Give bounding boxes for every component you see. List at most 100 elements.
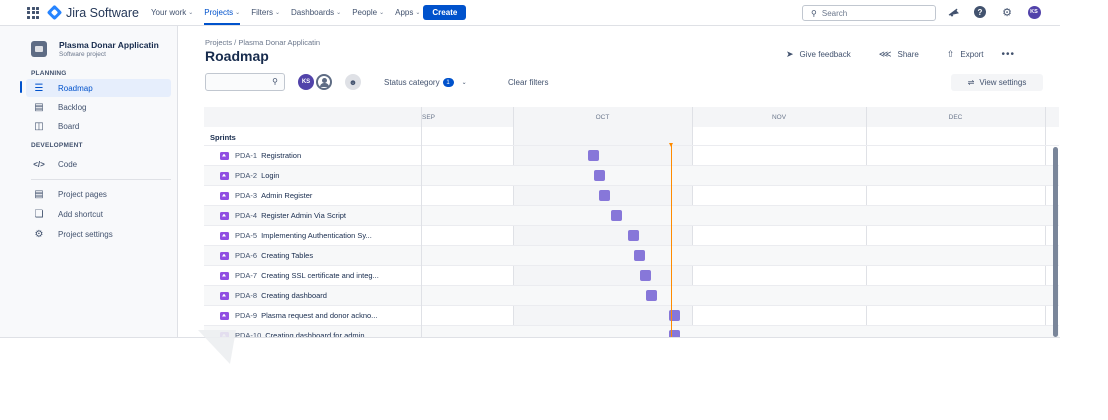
- month-label-oct: OCT: [595, 113, 610, 121]
- issue-item[interactable]: PDA-3 Admin Register: [220, 191, 312, 200]
- sidebar-item-board[interactable]: ◫ Board: [26, 117, 171, 135]
- issue-bar[interactable]: [639, 270, 651, 281]
- search-placeholder: Search: [821, 8, 848, 18]
- chevron-down-icon: ⌄: [336, 10, 342, 16]
- clear-filters-button[interactable]: Clear filters: [508, 78, 548, 87]
- nav-item-apps[interactable]: Apps ⌄: [395, 0, 420, 25]
- issue-bar[interactable]: [587, 150, 599, 161]
- issue-summary: Registration: [261, 151, 302, 160]
- give-feedback-button[interactable]: ➤ Give feedback: [786, 49, 851, 60]
- epic-icon: [220, 271, 229, 280]
- issue-item[interactable]: PDA-1 Registration: [220, 151, 301, 160]
- issue-key: PDA-5: [235, 231, 258, 240]
- issue-bar[interactable]: [599, 190, 611, 201]
- timeline-row[interactable]: PDA-1 Registration: [204, 145, 1059, 165]
- epic-icon: [220, 231, 229, 240]
- issue-item[interactable]: PDA-2 Login: [220, 171, 279, 180]
- issue-bar[interactable]: [645, 290, 657, 301]
- search-icon: ⚲: [272, 77, 278, 86]
- timeline-row[interactable]: PDA-9 Plasma request and donor ackno...: [204, 305, 1059, 325]
- settings-icon[interactable]: ⚙: [1000, 5, 1014, 19]
- timeline-row[interactable]: PDA-8 Creating dashboard: [204, 285, 1059, 305]
- nav-item-label: Apps: [395, 8, 414, 17]
- nav-item-filters[interactable]: Filters ⌄: [251, 0, 280, 25]
- page-title: Roadmap: [205, 48, 269, 64]
- chevron-down-icon: ⌄: [415, 10, 421, 16]
- timeline-row[interactable]: PDA-4 Register Admin Via Script: [204, 205, 1059, 225]
- header-actions: ➤ Give feedback ⋘ Share ⇧ Export •••: [786, 49, 1015, 60]
- jira-logo[interactable]: Jira Software: [46, 4, 139, 21]
- breadcrumb[interactable]: Projects / Plasma Donar Applicatin: [205, 38, 320, 47]
- sidebar-item-roadmap[interactable]: ☰ Roadmap: [26, 79, 171, 97]
- backlog-icon: ▤: [34, 101, 44, 113]
- sidebar-item-label: Code: [58, 159, 78, 169]
- search-icon: ⚲: [811, 8, 817, 18]
- issue-item[interactable]: PDA-7 Creating SSL certificate and integ.…: [220, 271, 379, 280]
- epic-icon: [220, 191, 229, 200]
- nav-item-label: Dashboards: [291, 8, 335, 17]
- sidebar-item-project-settings[interactable]: ⚙ Project settings: [26, 225, 171, 243]
- issue-bar[interactable]: [628, 230, 640, 241]
- issue-bar[interactable]: [634, 250, 646, 261]
- timeline-row[interactable]: PDA-3 Admin Register: [204, 185, 1059, 205]
- create-button[interactable]: Create: [423, 5, 467, 20]
- issue-item[interactable]: PDA-5 Implementing Authentication Sy...: [220, 231, 372, 240]
- epic-icon: [220, 311, 229, 320]
- status-category-filter[interactable]: Status category 1 ⌄: [384, 78, 467, 87]
- month-label-dec: DEC: [948, 113, 963, 121]
- issue-item[interactable]: PDA-6 Creating Tables: [220, 251, 313, 260]
- export-icon: ⇧: [946, 49, 955, 59]
- timeline-scrollbar-thumb[interactable]: [1053, 147, 1058, 337]
- nav-item-your-work[interactable]: Your work ⌄: [151, 0, 193, 25]
- issue-summary: Creating Tables: [261, 251, 314, 260]
- give-feedback-label: Give feedback: [799, 50, 851, 59]
- view-settings-button[interactable]: ⇌ View settings: [951, 74, 1043, 91]
- epic-icon: [220, 291, 229, 300]
- filter-avatar-group-icon[interactable]: ☻: [345, 74, 361, 90]
- sidebar-item-backlog[interactable]: ▤ Backlog: [26, 98, 171, 116]
- nav-item-dashboards[interactable]: Dashboards ⌄: [291, 0, 341, 25]
- active-indicator: [20, 81, 22, 93]
- jira-diamond-icon: [46, 4, 63, 21]
- user-avatar[interactable]: KS: [1027, 5, 1041, 19]
- timeline-row[interactable]: PDA-7 Creating SSL certificate and integ.…: [204, 265, 1059, 285]
- search-input[interactable]: ⚲ Search: [802, 5, 936, 21]
- nav-item-projects[interactable]: Projects ⌄: [204, 0, 240, 25]
- sidebar-item-add-shortcut[interactable]: ❏ Add shortcut: [26, 205, 171, 223]
- timeline-row[interactable]: PDA-10 Creating dashboard for admin: [204, 325, 1059, 337]
- issue-item[interactable]: PDA-4 Register Admin Via Script: [220, 211, 346, 220]
- sidebar-item-project-pages[interactable]: ▤ Project pages: [26, 185, 171, 203]
- issue-item[interactable]: PDA-8 Creating dashboard: [220, 291, 327, 300]
- export-button[interactable]: ⇧ Export: [947, 49, 984, 60]
- epic-icon: [220, 171, 229, 180]
- add-shortcut-icon: ❏: [34, 208, 44, 220]
- roadmap-search-input[interactable]: ⚲: [205, 73, 285, 91]
- issue-summary: Register Admin Via Script: [261, 211, 346, 220]
- issue-item[interactable]: PDA-9 Plasma request and donor ackno...: [220, 311, 377, 320]
- timeline-row[interactable]: PDA-6 Creating Tables: [204, 245, 1059, 265]
- roadmap-timeline: SEP OCT NOV DEC Sprints PDA-1 Registratio…: [204, 107, 1059, 337]
- settings-icon: ⚙: [34, 228, 44, 240]
- megaphone-icon: ➤: [786, 49, 794, 59]
- nav-item-people[interactable]: People ⌄: [352, 0, 384, 25]
- issue-column-border: [421, 107, 422, 337]
- apps-grid-icon[interactable]: [27, 6, 39, 19]
- issue-bar[interactable]: [610, 210, 622, 221]
- share-button[interactable]: ⋘ Share: [879, 49, 919, 60]
- chevron-down-icon: ⌄: [235, 10, 241, 16]
- project-avatar-icon: [31, 41, 47, 57]
- timeline-row[interactable]: PDA-2 Login: [204, 165, 1059, 185]
- project-header[interactable]: Plasma Donar Applicatin Software project: [31, 40, 159, 58]
- epic-icon: [220, 251, 229, 260]
- more-actions-button[interactable]: •••: [1002, 49, 1016, 60]
- notifications-icon[interactable]: [946, 5, 960, 19]
- help-icon[interactable]: ?: [973, 5, 987, 19]
- issue-key: PDA-1: [235, 151, 258, 160]
- filter-avatar-ks[interactable]: KS: [298, 74, 314, 90]
- development-section-label: DEVELOPMENT: [31, 142, 83, 149]
- sidebar-item-code[interactable]: </> Code: [26, 155, 171, 173]
- issue-bar[interactable]: [593, 170, 605, 181]
- issue-key: PDA-2: [235, 171, 258, 180]
- timeline-row[interactable]: PDA-5 Implementing Authentication Sy...: [204, 225, 1059, 245]
- filter-avatar-unassigned[interactable]: [316, 74, 332, 90]
